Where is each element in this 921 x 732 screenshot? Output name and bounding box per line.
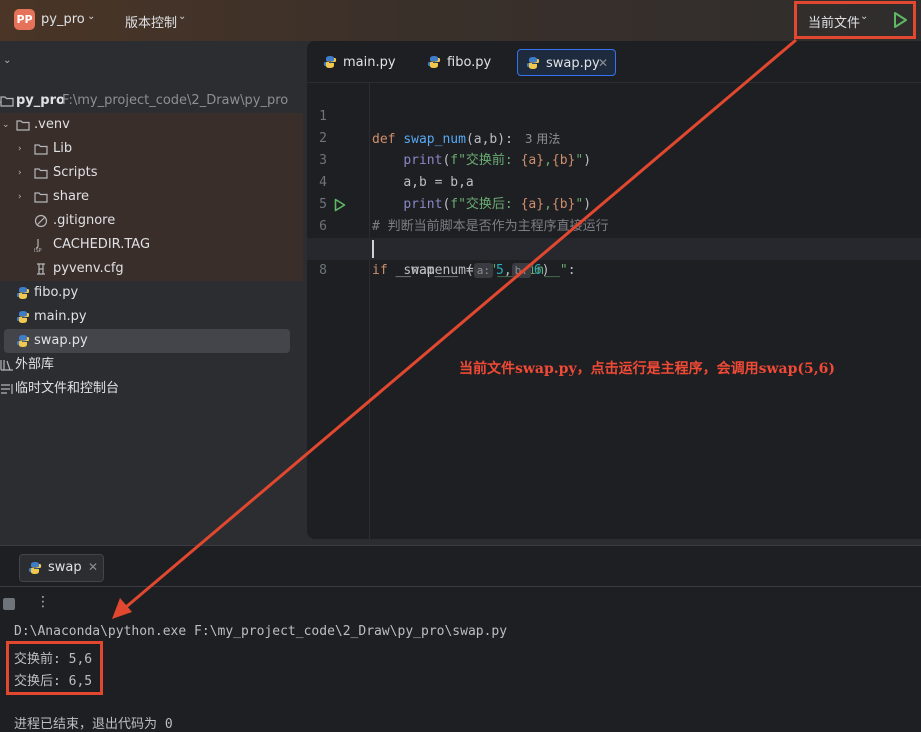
collapsed-arrow-icon[interactable]: › — [18, 137, 28, 161]
tree-item-label: 临时文件和控制台 — [15, 381, 120, 396]
console-exit-line: 进程已结束，退出代码为 0 — [14, 717, 173, 732]
python-file-icon — [16, 287, 30, 299]
text-caret — [372, 240, 374, 258]
folder-icon — [34, 144, 48, 155]
title-bar: PP py_pro ⌄ 版本控制 ⌄ 当前文件 ⌄ — [0, 0, 921, 41]
tree-item-scripts[interactable]: › Scripts — [0, 161, 303, 185]
vcs-menu[interactable]: 版本控制 — [125, 12, 177, 31]
collapsed-arrow-icon[interactable]: › — [18, 185, 28, 209]
jsp-file-icon: JSP — [34, 239, 42, 252]
output-highlight-box — [6, 641, 103, 695]
run-tool-window: swap ✕ ⋮ D:\Anaconda\python.exe F:\my_pr… — [0, 545, 921, 732]
tree-item-lib[interactable]: › Lib — [0, 137, 303, 161]
annotation-text: 当前文件swap.py，点击运行是主程序，会调用swap(5,6) — [459, 361, 835, 377]
folder-icon — [0, 96, 14, 107]
collapse-chevron-icon[interactable]: ⌄ — [3, 55, 11, 66]
run-tab-label: swap — [48, 560, 82, 575]
root-name: py_pro — [16, 93, 65, 108]
tree-item-label: .venv — [34, 117, 70, 132]
param-hint-b: b: — [511, 263, 531, 278]
python-file-icon — [16, 335, 30, 347]
code-line-3[interactable]: 3 a,b = b,a — [307, 128, 921, 190]
library-icon — [0, 360, 13, 371]
vcs-chevron-down-icon[interactable]: ⌄ — [178, 11, 186, 22]
line-number: 8 — [319, 263, 327, 278]
more-options-icon[interactable]: ⋮ — [36, 594, 50, 610]
tree-item-external-libraries[interactable]: 外部库 — [0, 353, 303, 377]
project-chevron-down-icon[interactable]: ⌄ — [87, 11, 95, 22]
run-gutter-icon[interactable] — [334, 198, 346, 212]
ignore-file-icon — [34, 214, 48, 228]
tree-item-label: fibo.py — [34, 285, 79, 300]
code-line-8[interactable]: 8 — [307, 238, 921, 278]
tree-item-label: .gitignore — [53, 213, 116, 228]
root-path: F:\my_project_code\2_Draw\py_pro — [62, 93, 289, 108]
code-editor: main.py fibo.py swap.py ✕ 1 def swap_num… — [307, 41, 921, 539]
console-command-line: D:\Anaconda\python.exe F:\my_project_cod… — [14, 624, 508, 639]
tab-label: fibo.py — [447, 55, 492, 70]
param-hint-a: a: — [473, 263, 494, 278]
project-badge[interactable]: PP — [14, 9, 35, 30]
divider — [0, 586, 921, 587]
code-text: swap_num( — [403, 263, 474, 278]
code-text: , — [503, 263, 512, 278]
tree-item-main-py[interactable]: main.py — [0, 305, 303, 329]
project-panel: ⌄ ⌄ py_pro F:\my_project_code\2_Draw\py_… — [0, 41, 303, 539]
tree-item-label: CACHEDIR.TAG — [53, 237, 151, 252]
code-text: ) — [541, 263, 550, 278]
python-file-icon — [427, 56, 441, 68]
python-file-icon — [323, 56, 337, 68]
tree-item-label: main.py — [34, 309, 87, 324]
tree-item-venv[interactable]: ⌄ .venv — [0, 113, 303, 137]
tab-label: swap.py — [546, 56, 600, 71]
svg-text:JSP: JSP — [34, 248, 42, 252]
tree-item-label: pyvenv.cfg — [53, 261, 124, 276]
collapsed-arrow-icon[interactable]: › — [18, 161, 28, 185]
close-icon[interactable]: ✕ — [88, 560, 98, 574]
scratches-icon — [1, 384, 13, 394]
tab-main-py[interactable]: main.py — [309, 49, 405, 76]
number: 6 — [533, 263, 542, 278]
tab-swap-py[interactable]: swap.py ✕ — [517, 49, 616, 76]
tree-item-scratches[interactable]: 临时文件和控制台 — [0, 377, 303, 401]
editor-tabs: main.py fibo.py swap.py ✕ — [307, 41, 921, 83]
tree-item-label: 外部库 — [15, 357, 55, 372]
python-file-icon — [16, 311, 30, 323]
config-file-icon — [37, 263, 45, 275]
tree-item-swap-py[interactable]: swap.py — [4, 329, 290, 353]
python-file-icon — [28, 562, 42, 574]
folder-icon — [34, 192, 48, 203]
expand-arrow-icon[interactable]: ⌄ — [2, 113, 12, 137]
tree-root-py-pro[interactable]: ⌄ py_pro F:\my_project_code\2_Draw\py_pr… — [0, 89, 303, 113]
code-text: : — [567, 263, 576, 278]
code-line-4[interactable]: 4 print(f"交换后: {a},{b}") — [307, 150, 921, 212]
run-tab-swap[interactable]: swap ✕ — [19, 554, 104, 582]
tree-item-label: Scripts — [53, 165, 98, 180]
tree-item-fibo-py[interactable]: fibo.py — [0, 281, 303, 305]
tree-item-label: share — [53, 189, 90, 204]
folder-icon — [16, 120, 30, 131]
run-config-highlight-box — [794, 1, 916, 39]
code-line-1[interactable]: 1 def swap_num(a,b): 3 用法 — [307, 84, 921, 147]
tab-fibo-py[interactable]: fibo.py — [413, 49, 509, 76]
code-line-7[interactable]: 7 swap_num(a:5,b:6) — [307, 216, 921, 278]
code-line-2[interactable]: 2 print(f"交换前: {a},{b}") — [307, 106, 921, 168]
tree-item-share[interactable]: › share — [0, 185, 303, 209]
tree-item-gitignore[interactable]: .gitignore — [0, 209, 303, 233]
close-icon[interactable]: ✕ — [598, 50, 608, 77]
folder-icon — [34, 168, 48, 179]
python-file-icon — [526, 57, 540, 69]
code-line-6[interactable]: 6 if __name__ == "__main__": — [307, 194, 921, 278]
project-name[interactable]: py_pro — [41, 12, 85, 27]
tree-item-label: swap.py — [34, 333, 88, 348]
stop-icon[interactable] — [3, 598, 15, 610]
tree-item-cachedir[interactable]: JSP CACHEDIR.TAG — [0, 233, 303, 257]
number: 5 — [496, 263, 504, 278]
tree-item-label: Lib — [53, 141, 73, 156]
code-line-5[interactable]: 5 # 判断当前脚本是否作为主程序直接运行 — [307, 172, 921, 234]
tab-label: main.py — [343, 55, 396, 70]
tree-item-pyvenv-cfg[interactable]: pyvenv.cfg — [0, 257, 303, 281]
